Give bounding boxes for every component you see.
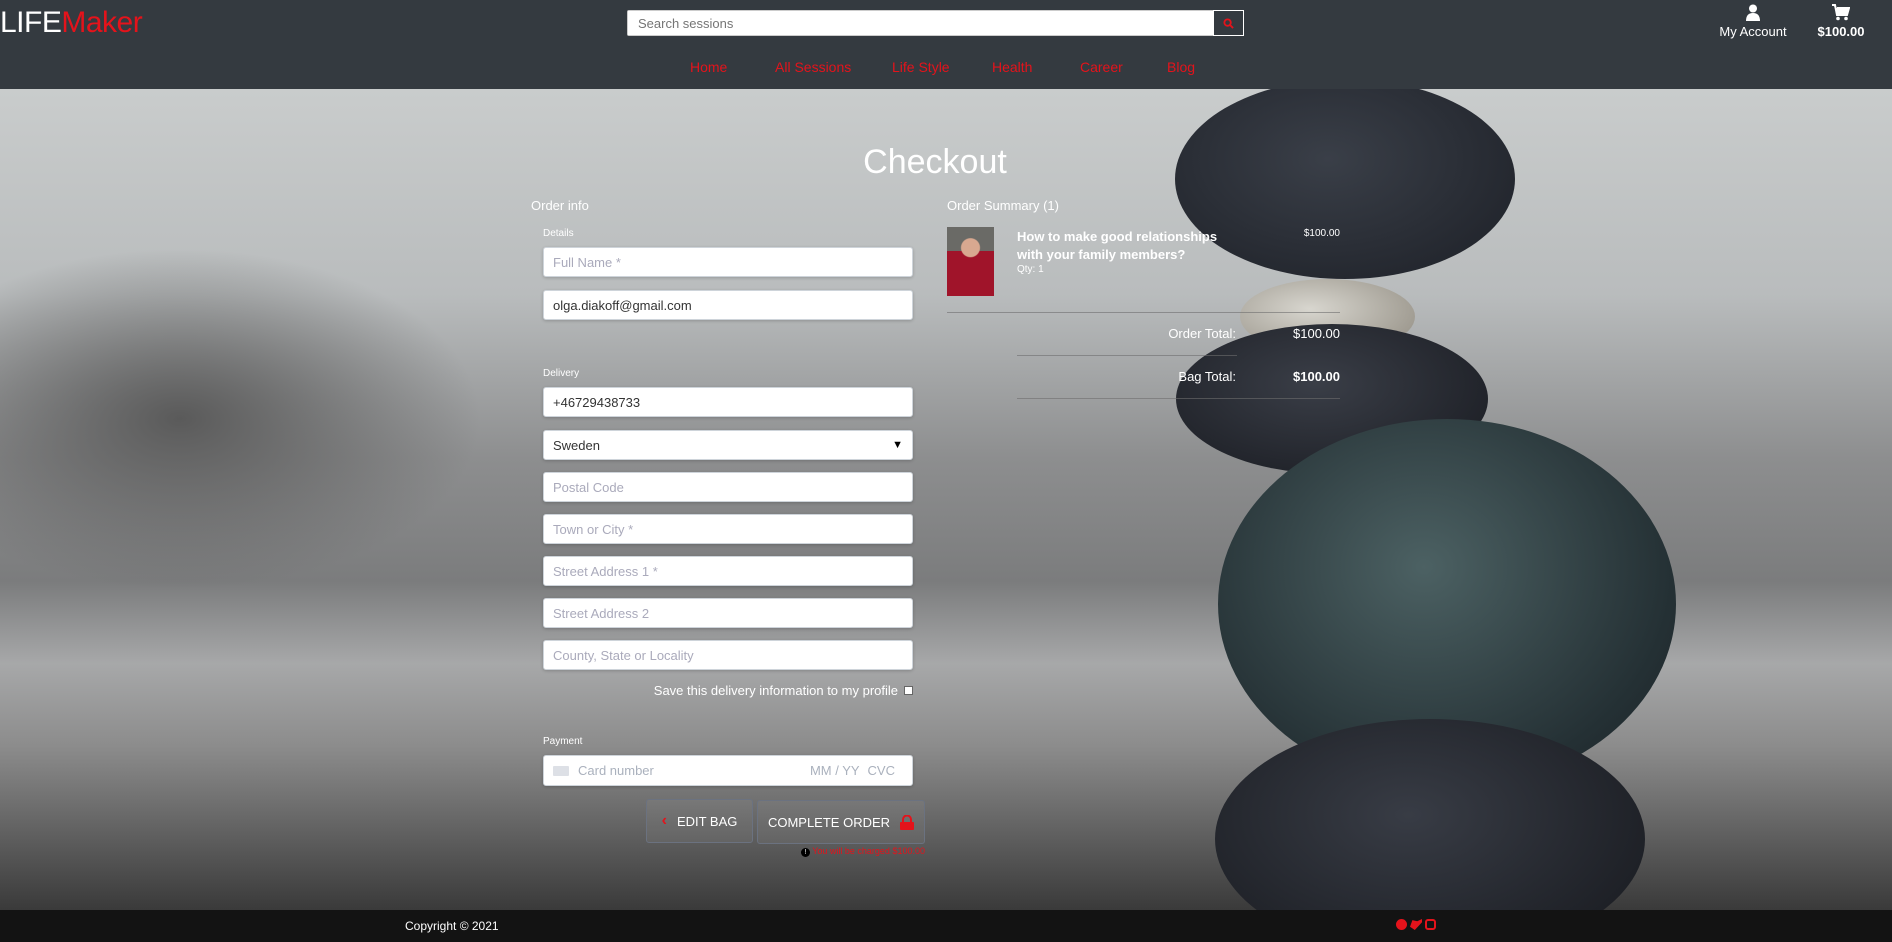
logo[interactable]: LIFEMaker bbox=[0, 6, 143, 40]
email-input[interactable]: olga.diakoff@gmail.com bbox=[543, 290, 913, 320]
county-input[interactable]: County, State or Locality bbox=[543, 640, 913, 670]
order-info-heading: Order info bbox=[531, 198, 589, 213]
bag-total-value: $100.00 bbox=[1293, 369, 1340, 384]
save-info-label: Save this delivery information to my pro… bbox=[653, 683, 898, 698]
nav-life-style[interactable]: Life Style bbox=[892, 59, 950, 75]
twitter-icon[interactable] bbox=[1410, 919, 1422, 930]
order-total-value: $100.00 bbox=[1293, 326, 1340, 341]
save-info-checkbox[interactable] bbox=[904, 686, 913, 695]
search-input[interactable] bbox=[628, 11, 1208, 35]
copyright: Copyright © 2021 bbox=[405, 919, 499, 933]
nav-career[interactable]: Career bbox=[1080, 59, 1123, 75]
search-box bbox=[627, 10, 1244, 36]
street-address-2-input[interactable]: Street Address 2 bbox=[543, 598, 913, 628]
details-label: Details bbox=[543, 228, 574, 239]
product-image bbox=[947, 227, 994, 296]
nav-blog[interactable]: Blog bbox=[1167, 59, 1195, 75]
info-icon: ! bbox=[800, 848, 810, 857]
chevron-left-icon: ‹ bbox=[661, 812, 667, 829]
hero-background bbox=[0, 89, 1892, 910]
full-name-input[interactable]: Full Name * bbox=[543, 247, 913, 277]
charge-notice: ! You will be charged $100.00 bbox=[780, 846, 925, 857]
order-summary-heading: Order Summary (1) bbox=[947, 198, 1059, 213]
chevron-down-icon: ▼ bbox=[892, 439, 903, 451]
search-button[interactable] bbox=[1213, 10, 1244, 36]
divider bbox=[1017, 355, 1237, 356]
card-input[interactable]: Card number MM / YY CVC bbox=[543, 755, 913, 786]
user-icon bbox=[1746, 4, 1760, 21]
facebook-icon[interactable] bbox=[1396, 919, 1407, 930]
product-price: $100.00 bbox=[1303, 228, 1340, 239]
street-address-1-input[interactable]: Street Address 1 * bbox=[543, 556, 913, 586]
my-account-link[interactable]: My Account bbox=[1712, 4, 1794, 39]
header: LIFEMaker Home All Sessions Life Style H… bbox=[0, 0, 1892, 89]
order-total-label: Order Total: bbox=[1168, 326, 1236, 341]
postal-code-input[interactable]: Postal Code bbox=[543, 472, 913, 502]
bag-link[interactable]: $100.00 bbox=[1816, 4, 1866, 39]
product-qty: Qty: 1 bbox=[1017, 264, 1044, 275]
credit-card-icon bbox=[553, 765, 569, 776]
nav-home[interactable]: Home bbox=[690, 59, 727, 75]
divider bbox=[1017, 398, 1340, 399]
lock-icon bbox=[900, 814, 915, 830]
country-select[interactable]: Sweden ▼ bbox=[543, 430, 913, 460]
payment-label: Payment bbox=[543, 736, 583, 747]
divider bbox=[947, 312, 1340, 313]
nav-health[interactable]: Health bbox=[992, 59, 1032, 75]
cart-icon bbox=[1832, 4, 1851, 21]
delivery-label: Delivery bbox=[543, 368, 580, 379]
phone-input[interactable]: +46729438733 bbox=[543, 387, 913, 417]
town-input[interactable]: Town or City * bbox=[543, 514, 913, 544]
page-title: Checkout bbox=[863, 143, 1007, 181]
bag-total-label: Bag Total: bbox=[1178, 369, 1236, 384]
footer: Copyright © 2021 bbox=[0, 910, 1892, 942]
complete-order-button[interactable]: COMPLETE ORDER bbox=[757, 800, 925, 844]
product-title: How to make good relationships with your … bbox=[1017, 229, 1218, 262]
search-icon bbox=[1223, 17, 1234, 29]
edit-bag-button[interactable]: ‹ EDIT BAG bbox=[646, 799, 753, 843]
nav-all-sessions[interactable]: All Sessions bbox=[775, 59, 851, 75]
instagram-icon[interactable] bbox=[1425, 919, 1436, 930]
